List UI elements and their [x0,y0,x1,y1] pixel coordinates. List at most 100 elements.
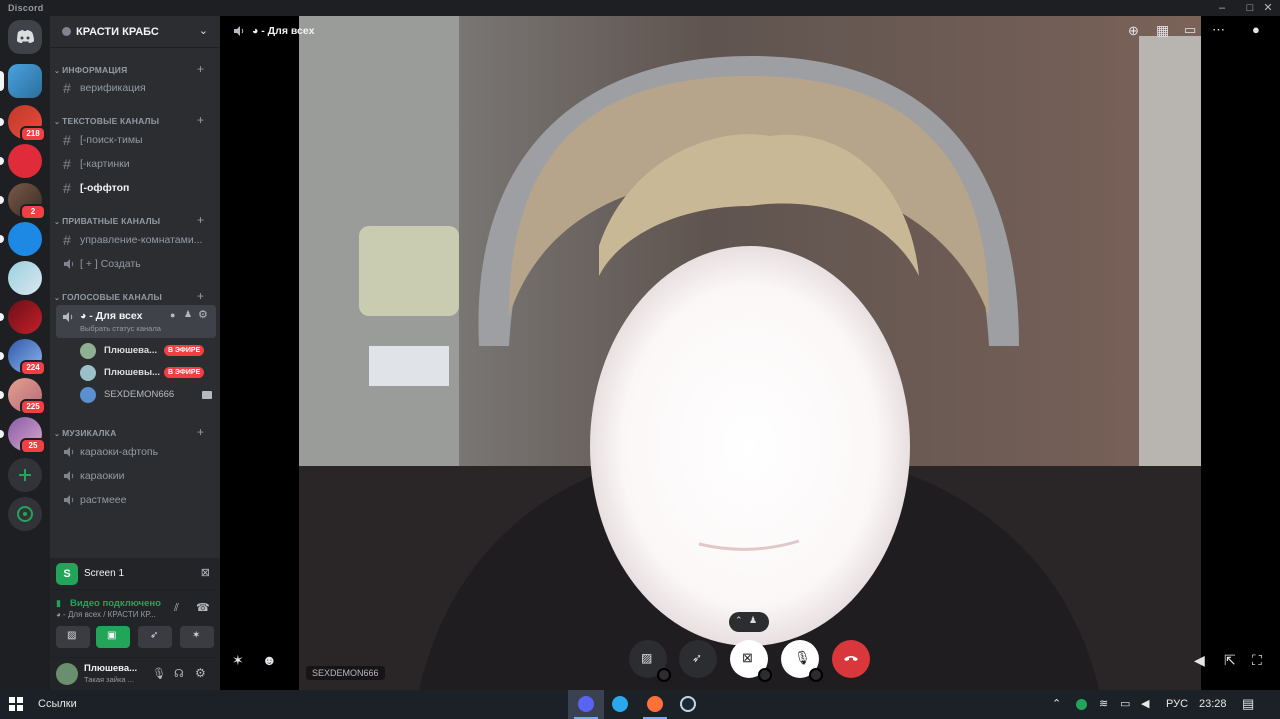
steam-icon [680,696,696,712]
server-icon-1[interactable] [0,64,42,98]
channel-offtopic[interactable]: # [-оффтоп [58,178,215,198]
disconnect-icon[interactable]: ☎ [196,601,210,614]
add-channel-icon[interactable]: + [197,113,204,127]
stop-stream-icon[interactable]: ⊠ [201,566,210,579]
voice-channel-status-hint[interactable]: Выбрать статус канала [80,324,161,333]
taskbar-steam[interactable] [670,690,706,719]
screen-share-button[interactable]: ▣ [96,626,130,648]
wifi-icon[interactable]: ≋ [1099,697,1108,710]
server-icon-3[interactable] [0,144,42,178]
chat-icon[interactable]: ● [1252,22,1260,37]
camera-toggle-button[interactable]: ▨ [629,640,671,682]
channel-karaoke-1[interactable]: караоки-афтопь [58,442,215,462]
server-icon-7[interactable] [0,300,42,334]
chevron-down-icon[interactable] [657,668,671,682]
video-feed[interactable] [299,16,1201,690]
microphone-icon[interactable]: 🎙 [152,667,166,680]
server-icon-6[interactable] [8,261,42,295]
home-button[interactable] [8,20,42,54]
channel-karaoke-2[interactable]: караокии [58,466,215,486]
voice-user[interactable]: Плюшева... В ЭФИРЕ [80,341,214,361]
tray-expand-icon[interactable]: ⌃ [1052,697,1061,710]
add-channel-icon[interactable]: + [197,62,204,76]
noise-suppression-icon[interactable]: ⫽ [174,602,179,615]
category-private[interactable]: ⌄ ПРИВАТНЫЕ КАНАЛЫ [54,216,160,226]
mention-badge: 218 [20,126,46,142]
server-icon-9[interactable]: 225 [0,378,46,415]
add-channel-icon[interactable]: + [197,425,204,439]
participants-toggle[interactable]: ⌃ ♟ [729,612,769,632]
popout-icon[interactable]: ⇱ [1224,652,1236,669]
add-channel-icon[interactable]: + [197,289,204,303]
voice-channel-name: ◕ - Для всех [80,310,143,322]
taskbar-telegram[interactable] [602,690,638,719]
battery-icon[interactable]: ▭ [1120,697,1130,710]
add-channel-icon[interactable]: + [197,213,204,227]
server-status-icon [62,27,71,36]
chevron-down-icon[interactable] [809,668,823,682]
category-music[interactable]: ⌄ МУЗИКАЛКА [54,428,116,438]
channel-team-search[interactable]: # [-поиск-тимы [58,130,215,150]
disconnect-button[interactable] [832,640,870,678]
voice-user[interactable]: Плюшевы... В ЭФИРЕ [80,363,214,383]
mention-badge: 224 [20,360,46,376]
voice-user[interactable]: SEXDEMON666 [80,385,214,405]
more-icon[interactable]: ⋯ [1212,22,1225,38]
volume-icon[interactable]: ◀ [1141,697,1149,710]
fullscreen-icon[interactable]: ⛶ [1252,652,1262,669]
channel-create-room[interactable]: [ + ] Создать [58,254,215,274]
activities-button[interactable]: ➶ [679,640,717,678]
soundboard-icon[interactable]: ✶ [232,652,244,669]
minimize-icon[interactable]: – [1210,0,1234,16]
tray-app-icon[interactable] [1076,699,1087,710]
category-info[interactable]: ⌄ ИНФОРМАЦИЯ [54,65,127,75]
live-badge: В ЭФИРЕ [164,367,205,378]
add-user-icon[interactable]: ⊕ [1128,23,1139,39]
voice-subtitle[interactable]: ◕ - Для всех / КРАСТИ КР... [56,610,156,619]
notifications-icon[interactable]: ▤ [1242,696,1254,712]
headphones-icon[interactable]: ☊ [174,667,184,680]
server-icon-8[interactable]: 224 [0,339,46,376]
windows-start-icon[interactable] [9,697,23,711]
popout-icon[interactable]: ▭ [1184,22,1196,38]
channel-verification[interactable]: # верификация [58,78,215,98]
server-icon-10[interactable]: 25 [0,417,46,454]
channel-room-control[interactable]: # управление-комнатами... [58,230,215,250]
avatar[interactable] [56,663,78,685]
server-header[interactable]: КРАСТИ КРАБС ⌄ [50,16,220,48]
channel-pictures[interactable]: # [-картинки [58,154,215,174]
rocket-icon: ➶ [692,651,703,665]
soundboard-button[interactable]: ✶ [180,626,214,648]
category-text[interactable]: ⌄ ТЕКСТОВЫЕ КАНАЛЫ [54,116,159,126]
speaker-icon [64,259,74,269]
server-icon-5[interactable] [0,222,42,256]
screen-share-panel: S Screen 1 ⊠ [50,558,220,590]
gear-icon[interactable]: ⚙ [198,308,208,321]
taskbar-clock[interactable]: 23:28 [1199,698,1227,710]
taskbar-discord[interactable] [568,690,604,719]
explore-button[interactable] [8,497,42,531]
volume-icon[interactable]: ◀ [1194,652,1205,669]
invite-icon[interactable]: ♟ [184,309,192,320]
webcam-frame [299,16,1201,690]
server-icon-4[interactable]: 2 [0,183,46,220]
input-language[interactable]: РУС [1166,698,1188,710]
taskbar-links[interactable]: Ссылки [38,698,77,710]
mute-button[interactable]: 🎙 [781,640,823,682]
channel-rastmeee[interactable]: растмеее [58,490,215,510]
chat-bubble-icon[interactable]: ● [170,310,175,320]
close-icon[interactable]: ✕ [1256,0,1280,16]
signal-icon: ▮ [56,598,61,608]
voice-channel-active[interactable]: ◕ - Для всех Выбрать статус канала ● ♟ ⚙ [56,305,216,338]
toggle-camera-button[interactable]: ▨ [56,626,90,648]
category-voice[interactable]: ⌄ ГОЛОСОВЫЕ КАНАЛЫ [54,292,162,302]
activities-button[interactable]: ➶ [138,626,172,648]
server-icon-2[interactable]: 218 [0,105,46,142]
chevron-down-icon[interactable] [758,668,772,682]
add-server-button[interactable] [8,458,42,492]
stop-stream-button[interactable]: ⊠ [730,640,772,682]
emoji-icon[interactable]: ☻ [262,652,277,668]
grid-layout-icon[interactable]: ▦ [1156,22,1169,39]
taskbar-firefox[interactable] [637,690,673,719]
gear-icon[interactable]: ⚙ [195,666,206,680]
